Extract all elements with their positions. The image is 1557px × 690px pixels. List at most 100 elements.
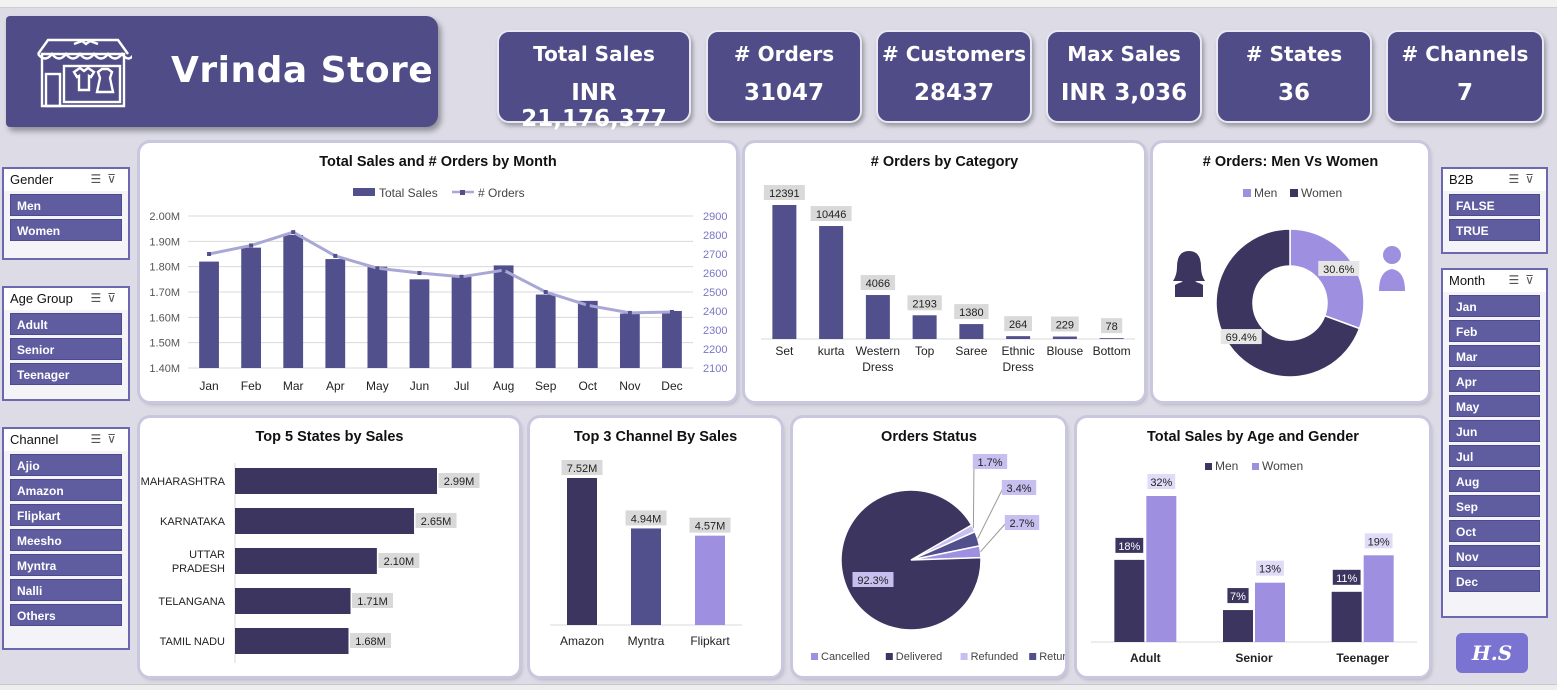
slicer-item-jan[interactable]: Jan [1449,295,1540,317]
x-tick: Oct [578,379,597,393]
slicer-item-others[interactable]: Others [10,604,122,626]
multi-select-icon[interactable]: ☰ [90,172,107,186]
x-tick: kurta [818,344,845,358]
chart-orders-men-women: # Orders: Men Vs Women Men Women 30.6% 69.4… [1153,143,1428,401]
slicer-item-nov[interactable]: Nov [1449,545,1540,567]
x-tick: Apr [326,379,345,393]
multi-select-icon[interactable]: ☰ [90,291,107,305]
slicer-item-amazon[interactable]: Amazon [10,479,122,501]
chart-orders-men-women-svg: Men Women 30.6% 69.4% [1173,186,1405,378]
legend-label-total-sales: Total Sales [379,186,438,200]
woman-body-icon [1175,281,1203,297]
legend-label-refunded: Refunded [971,651,1019,663]
chart-orders-status: Orders Status 1.7% 3.4% 2.7% 92.3% Cancelled… [793,418,1065,676]
store-icon [37,38,132,108]
y-right-tick: 2300 [703,325,727,337]
slicer-item-women[interactable]: Women [10,219,122,241]
slicer-item-sep[interactable]: Sep [1449,495,1540,517]
sheet-gridlines [0,0,1557,8]
kpi-customers: # Customers 28437 [876,30,1032,123]
slicer-item-feb[interactable]: Feb [1449,320,1540,342]
kpi-value: 36 [1277,80,1310,106]
bar-category [912,315,937,339]
kpi-max-sales: Max Sales INR 3,036 [1046,30,1202,123]
multi-select-icon[interactable]: ☰ [1508,273,1525,287]
slicer-item-false[interactable]: FALSE [1449,194,1540,216]
kpi-value: INR 3,036 [1060,80,1188,106]
clear-filter-icon[interactable]: ⊽ [107,172,122,186]
bar-men [1331,591,1362,642]
bar-total-sales [662,311,682,368]
slicer-item-oct[interactable]: Oct [1449,520,1540,542]
slicer-header: B2B ☰⊽ [1443,169,1546,191]
clear-filter-icon[interactable]: ⊽ [107,291,122,305]
y-left-tick: 1.60M [149,312,180,324]
slicer-item-senior[interactable]: Senior [10,338,122,360]
x-tick: Dress [1002,360,1033,374]
slicer-item-nalli[interactable]: Nalli [10,579,122,601]
chart-top5-states-svg: 2.99M MAHARASHTRA 2.65M KARNATAKA 2.10M UTTAR… [141,463,480,663]
clear-filter-icon[interactable]: ⊽ [1525,172,1540,186]
data-label: 2.7% [1009,518,1034,530]
clear-filter-icon[interactable]: ⊽ [1525,273,1540,287]
chart-sales-orders-month-svg: Total Sales # Orders 1.40M 1.50M 1.60M 1.70M 1… [149,186,727,393]
slicer-item-men[interactable]: Men [10,194,122,216]
slicer-item-mar[interactable]: Mar [1449,345,1540,367]
bar-category [959,324,984,339]
chart-sales-age-gender-svg: Men Women 18% 32% Adult 7% 13% Senior 11% 19% Teen… [1091,459,1417,665]
bar-women [1146,496,1177,642]
x-tick: Dress [862,360,893,374]
y-tick: TELANGANA [158,596,225,608]
multi-select-icon[interactable]: ☰ [1508,172,1525,186]
legend-swatch-men [1243,189,1251,197]
clear-filter-icon[interactable]: ⊽ [107,432,122,446]
legend-swatch-women [1290,189,1298,197]
slicer-item-jun[interactable]: Jun [1449,420,1540,442]
data-label: 13% [1259,564,1281,576]
x-tick: Mar [283,379,304,393]
slicer-item-ajio[interactable]: Ajio [10,454,122,476]
bar-category [772,205,797,339]
data-label: 12391 [769,188,800,200]
legend-label-cancelled: Cancelled [821,651,870,663]
slicer-item-may[interactable]: May [1449,395,1540,417]
man-body-icon [1379,269,1405,291]
y-tick: TAMIL NADU [160,636,225,648]
bar-total-sales [619,313,640,368]
author-badge: H.S [1456,633,1528,673]
y-left-tick: 1.80M [149,262,180,274]
bar-category [1099,338,1124,339]
slicer-header: Channel ☰⊽ [4,429,128,451]
slicer-item-apr[interactable]: Apr [1449,370,1540,392]
y-right-tick: 2700 [703,249,727,261]
dashboard-title: Vrinda Store [171,50,434,91]
point-orders [333,253,338,258]
slicer-item-teenager[interactable]: Teenager [10,363,122,385]
leader-line [980,522,1007,553]
slicer-item-true[interactable]: TRUE [1449,219,1540,241]
store-banner: Vrinda Store [6,16,438,127]
bar-total-sales [241,247,262,368]
slicer-item-jul[interactable]: Jul [1449,445,1540,467]
slicer-item-myntra[interactable]: Myntra [10,554,122,576]
slicer-item-adult[interactable]: Adult [10,313,122,335]
data-label: 19% [1368,536,1390,548]
slicer-item-meesho[interactable]: Meesho [10,529,122,551]
bar-category [1006,336,1031,339]
x-tick: Jun [410,379,429,393]
slicer-month: Month ☰⊽ Jan Feb Mar Apr May Jun Jul Aug… [1441,268,1548,618]
point-orders [501,268,506,273]
kpi-label: Max Sales [1067,42,1181,66]
slicer-item-flipkart[interactable]: Flipkart [10,504,122,526]
slicer-item-dec[interactable]: Dec [1449,570,1540,592]
y-right-tick: 2200 [703,344,727,356]
slicer-item-aug[interactable]: Aug [1449,470,1540,492]
bar-state [235,588,351,614]
y-left-tick: 1.40M [149,363,180,375]
legend-swatch-total-sales [353,188,375,196]
chart-sales-age-gender: Total Sales by Age and Gender Men Women 18… [1077,418,1429,676]
chart-top3-channel-svg: 7.52M Amazon 4.94M Myntra 4.57M Flipkart [550,460,742,648]
multi-select-icon[interactable]: ☰ [90,432,107,446]
bar-channel [567,478,597,625]
data-label: 264 [1009,319,1027,331]
